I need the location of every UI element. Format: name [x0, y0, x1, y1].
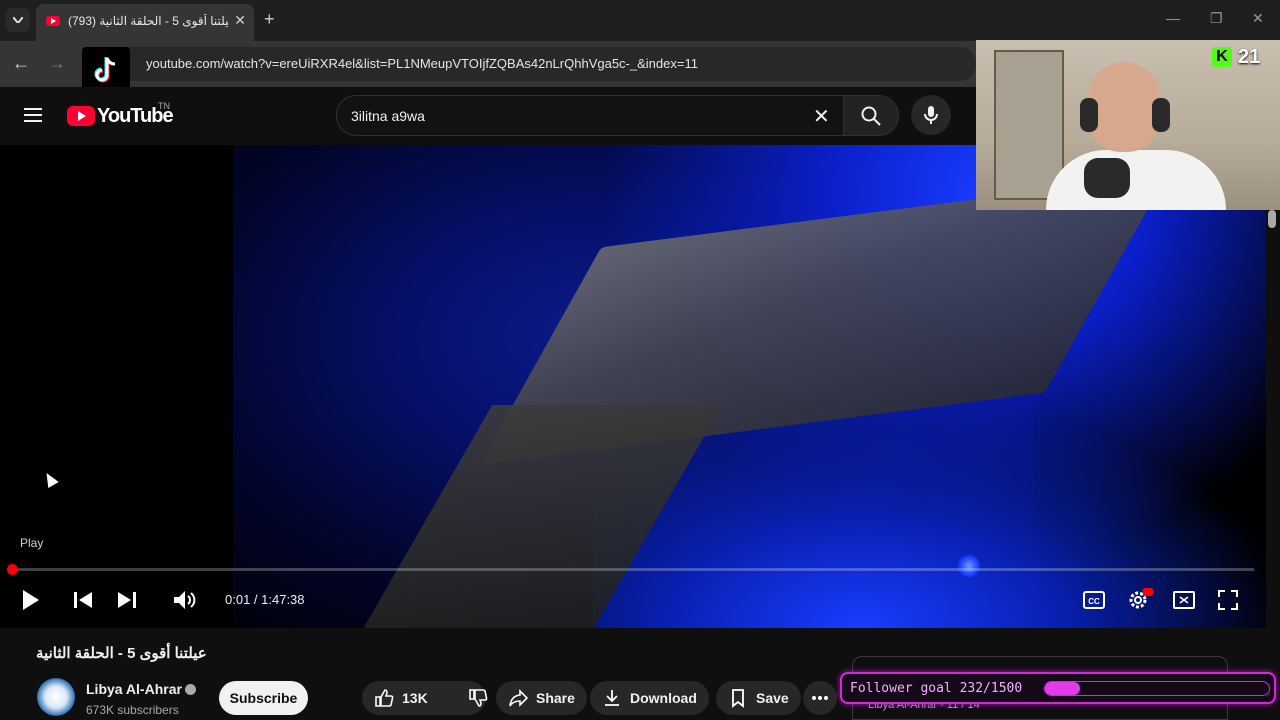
like-button[interactable]: 13K	[362, 681, 440, 715]
webcam-person-body	[1046, 150, 1226, 210]
next-icon	[118, 592, 136, 608]
svg-text:CC: CC	[1088, 597, 1100, 606]
verified-icon	[185, 684, 196, 695]
gear-icon	[1129, 588, 1153, 609]
channel-name[interactable]: Libya Al-Ahrar	[86, 681, 182, 697]
share-button[interactable]: Share	[496, 681, 587, 715]
voice-search-button[interactable]	[911, 95, 951, 135]
follower-goal-widget: Follower goal 232/1500	[840, 672, 1276, 704]
like-count: 13K	[402, 690, 428, 706]
play-icon	[23, 590, 39, 610]
miniplayer-button[interactable]	[1172, 588, 1196, 617]
microphone-icon	[1084, 158, 1130, 198]
thumbs-up-icon	[375, 689, 394, 707]
save-label: Save	[756, 690, 789, 706]
tab-title: (793) عيلتنا أقوى 5 - الحلقة الثانية	[68, 14, 228, 28]
thumbs-down-icon	[468, 689, 488, 707]
play-button[interactable]	[20, 588, 42, 617]
progress-bar[interactable]	[7, 564, 1254, 575]
follower-goal-bar	[1044, 681, 1270, 696]
download-label: Download	[630, 690, 697, 706]
search-input[interactable]: 3ilitna a9wa ✕	[336, 95, 844, 136]
previous-button[interactable]	[72, 588, 94, 617]
new-tab-icon[interactable]: +	[264, 9, 275, 30]
subscribe-button[interactable]: Subscribe	[219, 681, 308, 715]
progress-scrubber[interactable]	[7, 564, 19, 575]
headphone-right	[1152, 98, 1170, 132]
search-query: 3ilitna a9wa	[351, 108, 425, 124]
webcam-overlay: K 21	[976, 40, 1280, 210]
screen: (793) عيلتنا أقوى 5 - الحلقة الثانية ✕ +…	[0, 0, 1280, 720]
bookmark-icon	[732, 689, 744, 708]
video-title: عيلتنا أقوى 5 - الحلقة الثانية	[36, 645, 207, 662]
microphone-icon	[924, 106, 938, 124]
share-icon	[509, 689, 528, 707]
webcam-person-head	[1088, 62, 1160, 152]
window-close-icon[interactable]: ✕	[1252, 10, 1264, 27]
browser-tab-active[interactable]: (793) عيلتنا أقوى 5 - الحلقة الثانية ✕	[36, 4, 254, 41]
subscriber-count: 673K subscribers	[86, 703, 179, 717]
light-orb	[958, 555, 980, 577]
fullscreen-button[interactable]	[1216, 588, 1240, 617]
download-icon	[605, 690, 619, 706]
kick-badge: K 21	[1212, 44, 1274, 70]
tab-close-icon[interactable]: ✕	[234, 12, 246, 29]
address-bar[interactable]: youtube.com/watch?v=ereUiRXR4el&list=PL1…	[112, 47, 976, 81]
time-display: 0:01 / 1:47:38	[225, 592, 305, 607]
url-text: youtube.com/watch?v=ereUiRXR4el&list=PL1…	[146, 56, 698, 71]
back-arrow-icon[interactable]: ←	[12, 53, 30, 74]
minimize-icon[interactable]: —	[1166, 10, 1180, 26]
webcam-background-window	[994, 50, 1064, 200]
forward-arrow-icon[interactable]: →	[48, 53, 66, 74]
youtube-favicon-icon	[46, 16, 60, 26]
youtube-logo-icon[interactable]	[67, 106, 95, 126]
mute-button[interactable]	[172, 588, 196, 617]
fullscreen-icon	[1218, 590, 1238, 610]
kick-count: 21	[1238, 45, 1261, 68]
kick-logo-icon: K	[1212, 47, 1232, 67]
search-button[interactable]	[843, 95, 899, 136]
miniplayer-icon	[1173, 591, 1195, 609]
scrollbar-thumb[interactable]	[1268, 210, 1276, 228]
share-label: Share	[536, 690, 575, 706]
captions-icon: CC	[1083, 591, 1105, 609]
next-button[interactable]	[116, 588, 138, 617]
tab-search-button[interactable]	[6, 8, 30, 32]
browser-tab-strip: (793) عيلتنا أقوى 5 - الحلقة الثانية ✕ +…	[0, 0, 1280, 41]
like-dislike-group: 13K	[362, 681, 488, 715]
headphone-left	[1080, 98, 1098, 132]
settings-button[interactable]	[1126, 588, 1154, 617]
previous-icon	[74, 592, 92, 608]
maximize-icon[interactable]: ❐	[1210, 10, 1223, 27]
chevron-down-icon	[13, 17, 23, 23]
captions-button[interactable]: CC	[1082, 588, 1106, 617]
more-horizontal-icon	[812, 696, 828, 700]
more-actions-button[interactable]	[803, 681, 837, 715]
clear-search-icon[interactable]: ✕	[813, 104, 830, 129]
video-player[interactable]: Play 0:01 / 1:47:38 CC	[0, 145, 1266, 628]
channel-avatar[interactable]	[37, 678, 75, 716]
search-icon	[861, 106, 881, 126]
volume-icon	[174, 591, 196, 609]
follower-goal-text: Follower goal 232/1500	[850, 681, 1023, 696]
follower-goal-fill	[1045, 682, 1080, 695]
download-button[interactable]: Download	[590, 681, 709, 715]
country-code: TN	[158, 101, 170, 111]
tiktok-note-icon	[94, 57, 116, 83]
video-frame	[233, 145, 1266, 628]
dislike-button[interactable]	[456, 681, 500, 715]
play-tooltip: Play	[20, 536, 44, 550]
save-button[interactable]: Save	[716, 681, 801, 715]
menu-icon[interactable]	[24, 108, 42, 122]
